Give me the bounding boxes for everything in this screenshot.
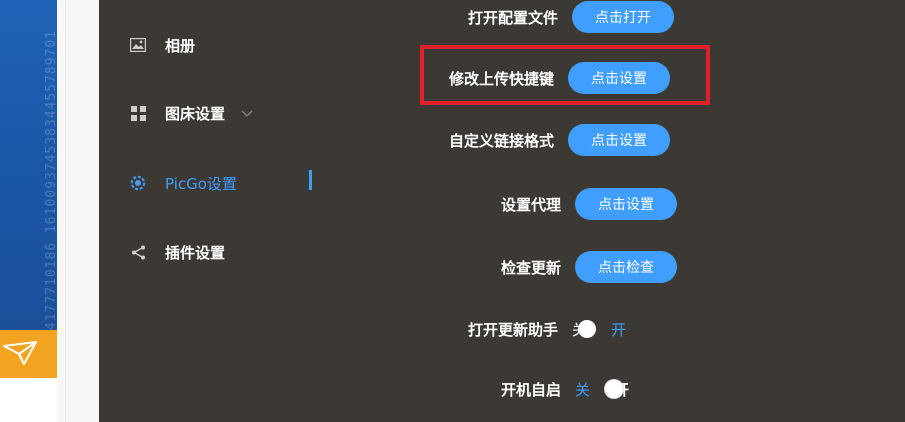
grid-icon — [129, 104, 147, 122]
toggle-knob — [578, 320, 597, 338]
sidebar-item-plugins[interactable]: 插件设置 — [129, 240, 225, 264]
check-update-button[interactable]: 点击检查 — [575, 251, 678, 283]
set-link-format-button[interactable]: 点击设置 — [568, 124, 671, 156]
sidebar-item-picbed[interactable]: 图床设置 — [129, 101, 253, 125]
setting-label: 打开更新助手 — [468, 320, 559, 339]
setting-row-check-update: 检查更新 点击检查 — [501, 250, 678, 284]
setting-row-auto-start: 开机自启 关 开 — [501, 372, 629, 406]
set-proxy-button[interactable]: 点击设置 — [575, 188, 678, 220]
image-icon — [129, 36, 147, 54]
setting-label: 开机自启 — [501, 380, 562, 399]
sidebar: 相册 图床设置 PicGo设置 插件设置 — [99, 0, 329, 422]
setting-row-upload-shortcut: 修改上传快捷键 点击设置 — [449, 61, 671, 95]
sidebar-item-label: 插件设置 — [165, 243, 226, 262]
sidebar-item-label: 相册 — [165, 36, 196, 55]
setting-label: 设置代理 — [501, 195, 562, 214]
toggle-off-text: 关 — [575, 380, 591, 399]
setting-label: 打开配置文件 — [468, 8, 559, 27]
chevron-down-icon[interactable] — [241, 104, 253, 122]
setting-label: 检查更新 — [501, 258, 562, 277]
set-shortcut-button[interactable]: 点击设置 — [568, 62, 671, 94]
sidebar-item-album[interactable]: 相册 — [129, 33, 195, 57]
settings-gear-icon — [129, 174, 147, 192]
setting-label: 自定义链接格式 — [449, 131, 555, 150]
sidebar-item-label: PicGo设置 — [165, 174, 237, 193]
setting-row-link-format: 自定义链接格式 点击设置 — [449, 123, 671, 157]
paper-plane-badge — [0, 330, 57, 378]
share-icon — [129, 243, 147, 261]
background-banner: 1144557455594177710186 16100937453834455… — [0, 0, 57, 330]
banner-digits: 1144557455594177710186 16100937453834455… — [44, 30, 57, 330]
setting-row-update-helper: 打开更新助手 关 开 — [468, 312, 626, 346]
sidebar-item-picgo-settings[interactable]: PicGo设置 — [129, 171, 237, 195]
open-config-button[interactable]: 点击打开 — [572, 1, 675, 33]
toggle-on-text: 开 — [611, 320, 627, 339]
setting-label: 修改上传快捷键 — [449, 69, 555, 88]
setting-row-open-config: 打开配置文件 点击打开 — [468, 0, 675, 34]
gutter — [57, 0, 99, 422]
active-indicator — [309, 170, 312, 190]
setting-row-proxy: 设置代理 点击设置 — [501, 187, 678, 221]
sidebar-item-label: 图床设置 — [165, 104, 226, 123]
paper-plane-icon — [3, 341, 37, 365]
toggle-knob — [605, 380, 624, 398]
